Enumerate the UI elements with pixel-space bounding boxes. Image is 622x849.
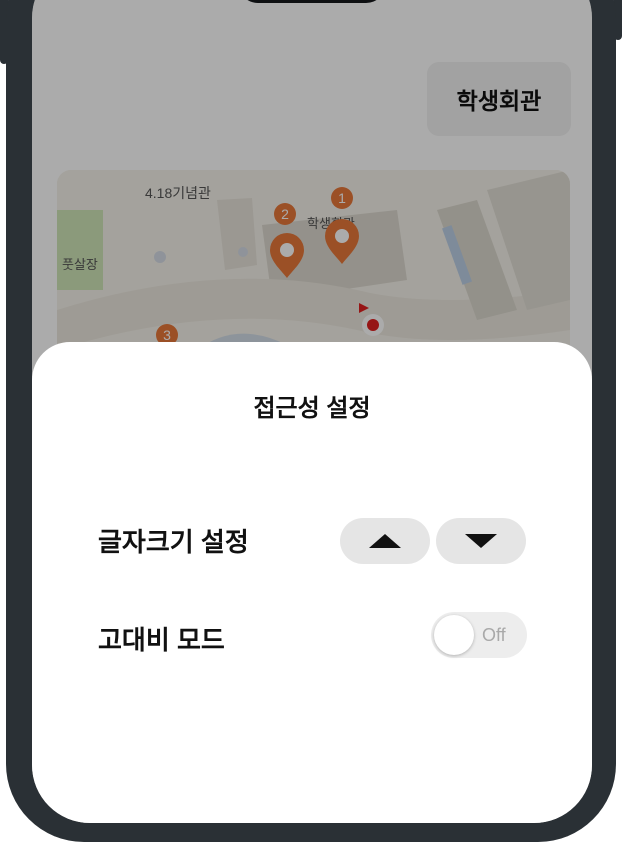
phone-screen: 학생회관 4.18기념관 풋살장 학생회관 1 2: [32, 0, 592, 823]
font-size-label: 글자크기 설정: [98, 527, 249, 557]
font-size-increase-button[interactable]: [340, 518, 430, 564]
sheet-title: 접근성 설정: [253, 395, 371, 422]
high-contrast-toggle[interactable]: Off: [431, 612, 527, 658]
toggle-knob: [434, 615, 474, 655]
font-size-decrease-button[interactable]: [436, 518, 526, 564]
accessibility-sheet: 접근성 설정 글자크기 설정 고대비 모드 Off: [32, 342, 592, 823]
toggle-state-label: Off: [482, 625, 506, 645]
triangle-up-icon: [369, 534, 401, 548]
high-contrast-label: 고대비 모드: [98, 625, 225, 655]
triangle-down-icon: [465, 534, 497, 548]
